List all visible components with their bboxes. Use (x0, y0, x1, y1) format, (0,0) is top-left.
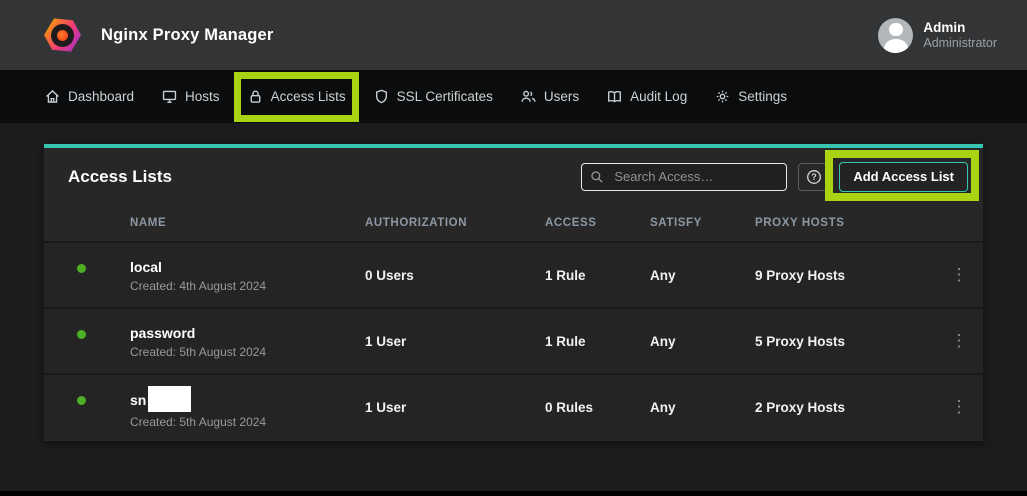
access-list-name: sn (130, 392, 146, 408)
row-menu-kebab-icon[interactable]: ⋮ (935, 270, 983, 280)
window-bottom-edge (0, 491, 1027, 496)
topbar: Nginx Proxy Manager Admin Administrator (0, 0, 1027, 70)
help-button[interactable]: ? (798, 163, 829, 191)
main-nav: Dashboard Hosts Access Lists SSL Certifi… (0, 70, 1027, 123)
row-menu-kebab-icon[interactable]: ⋮ (935, 336, 983, 346)
add-access-list-button[interactable]: Add Access List (839, 162, 968, 192)
access-list-name: password (130, 324, 365, 342)
nav-item-users[interactable]: Users (520, 88, 579, 105)
search-input[interactable] (581, 163, 787, 191)
content-area: Access Lists ? Add Access List NAME AUTH… (0, 123, 1027, 491)
book-icon (606, 88, 623, 105)
authorization-value: 0 Users (365, 268, 545, 283)
column-header-name: NAME (130, 217, 365, 229)
nav-item-audit-log[interactable]: Audit Log (606, 88, 687, 105)
access-lists-panel: Access Lists ? Add Access List NAME AUTH… (44, 144, 983, 441)
satisfy-value: Any (650, 400, 755, 415)
gear-icon (714, 88, 731, 105)
access-value: 0 Rules (545, 400, 650, 415)
access-list-created: Created: 4th August 2024 (130, 279, 365, 293)
access-value: 1 Rule (545, 268, 650, 283)
status-dot-online (75, 394, 88, 407)
nav-item-ssl-certificates[interactable]: SSL Certificates (373, 88, 493, 105)
satisfy-value: Any (650, 334, 755, 349)
status-dot-online (75, 262, 88, 275)
panel-header: Access Lists ? Add Access List (44, 148, 983, 205)
table-header-row: NAME AUTHORIZATION ACCESS SATISFY PROXY … (44, 205, 983, 241)
table-row[interactable]: sn Created: 5th August 2024 1 User 0 Rul… (44, 373, 983, 439)
column-header-satisfy: SATISFY (650, 217, 755, 229)
column-header-proxy-hosts: PROXY HOSTS (755, 217, 935, 229)
nav-item-dashboard[interactable]: Dashboard (44, 88, 134, 105)
shield-icon (373, 88, 390, 105)
status-dot-online (75, 328, 88, 341)
users-icon (520, 88, 537, 105)
app-logo-icon (44, 17, 81, 54)
table-row[interactable]: password Created: 5th August 2024 1 User… (44, 307, 983, 373)
page-title: Access Lists (68, 167, 581, 187)
authorization-value: 1 User (365, 334, 545, 349)
satisfy-value: Any (650, 268, 755, 283)
access-list-created: Created: 5th August 2024 (130, 345, 365, 359)
access-list-name: local (130, 258, 365, 276)
access-value: 1 Rule (545, 334, 650, 349)
app-title: Nginx Proxy Manager (101, 26, 274, 45)
proxy-hosts-value: 5 Proxy Hosts (755, 334, 935, 349)
monitor-icon (161, 88, 178, 105)
row-menu-kebab-icon[interactable]: ⋮ (935, 402, 983, 412)
nginx-proxy-manager-app: Nginx Proxy Manager Admin Administrator … (0, 0, 1027, 496)
redaction-box (148, 386, 191, 412)
home-icon (44, 88, 61, 105)
nav-item-access-lists[interactable]: Access Lists (247, 88, 346, 105)
column-header-authorization: AUTHORIZATION (365, 217, 545, 229)
proxy-hosts-value: 9 Proxy Hosts (755, 268, 935, 283)
user-menu[interactable]: Admin Administrator (878, 18, 997, 53)
search-box (581, 163, 787, 191)
help-icon: ? (805, 168, 823, 186)
user-avatar (878, 18, 913, 53)
lock-icon (247, 88, 264, 105)
user-role: Administrator (923, 36, 997, 51)
svg-text:?: ? (811, 172, 817, 182)
column-header-access: ACCESS (545, 217, 650, 229)
search-icon (589, 169, 605, 185)
nav-item-settings[interactable]: Settings (714, 88, 787, 105)
authorization-value: 1 User (365, 400, 545, 415)
access-list-created: Created: 5th August 2024 (130, 415, 365, 429)
nav-item-hosts[interactable]: Hosts (161, 88, 220, 105)
proxy-hosts-value: 2 Proxy Hosts (755, 400, 935, 415)
table-row[interactable]: local Created: 4th August 2024 0 Users 1… (44, 241, 983, 307)
user-name: Admin (923, 19, 997, 36)
